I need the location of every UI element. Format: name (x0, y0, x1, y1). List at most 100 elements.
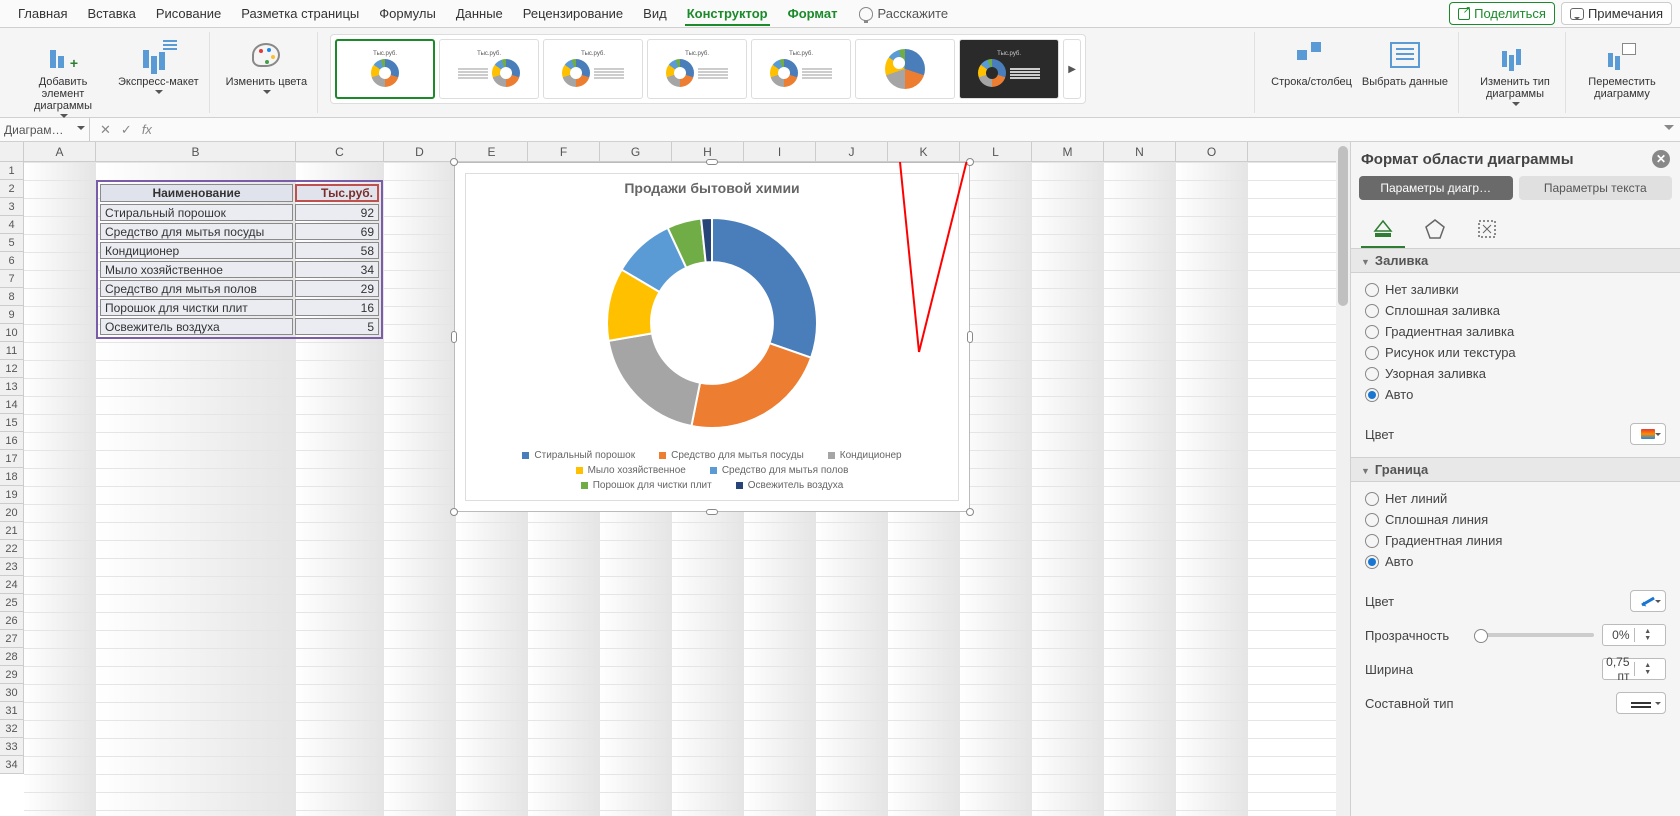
table-cell[interactable]: Средство для мытья полов (100, 280, 293, 297)
row-header[interactable]: 6 (0, 252, 23, 270)
column-header[interactable]: D (384, 142, 456, 161)
formula-input[interactable] (162, 118, 1660, 141)
cancel-icon[interactable]: ✕ (100, 122, 111, 138)
row-header[interactable]: 24 (0, 576, 23, 594)
row-header[interactable]: 34 (0, 756, 23, 774)
row-header[interactable]: 26 (0, 612, 23, 630)
donut-chart[interactable] (597, 208, 827, 438)
legend-item[interactable]: Освежитель воздуха (736, 480, 844, 491)
chart-style-3[interactable]: Тыс.руб. (543, 39, 643, 99)
border-radio-option[interactable]: Сплошная линия (1365, 509, 1666, 530)
resize-handle[interactable] (706, 159, 718, 165)
fill-radio-option[interactable]: Нет заливки (1365, 279, 1666, 300)
name-box[interactable]: Диаграм… (0, 118, 90, 141)
border-radio-option[interactable]: Авто (1365, 551, 1666, 572)
column-header[interactable]: M (1032, 142, 1104, 161)
row-header[interactable]: 2 (0, 180, 23, 198)
chart-title[interactable]: Продажи бытовой химии (466, 174, 958, 202)
chart-object[interactable]: Продажи бытовой химии Стиральный порошок… (454, 162, 970, 512)
row-header[interactable]: 25 (0, 594, 23, 612)
worksheet-area[interactable]: ABCDEFGHIJKLMNO 123456789101112131415161… (0, 142, 1350, 816)
row-header[interactable]: 13 (0, 378, 23, 396)
fill-radio-option[interactable]: Рисунок или текстура (1365, 342, 1666, 363)
table-cell[interactable]: 34 (295, 261, 379, 278)
legend-item[interactable]: Стиральный порошок (522, 450, 635, 461)
row-header[interactable]: 17 (0, 450, 23, 468)
row-header[interactable]: 12 (0, 360, 23, 378)
row-header[interactable]: 19 (0, 486, 23, 504)
donut-slice[interactable] (712, 218, 817, 358)
table-cell[interactable]: Средство для мытья посуды (100, 223, 293, 240)
row-header[interactable]: 8 (0, 288, 23, 306)
row-header[interactable]: 1 (0, 162, 23, 180)
pane-tab-text-params[interactable]: Параметры текста (1519, 176, 1673, 200)
border-radio-option[interactable]: Градиентная линия (1365, 530, 1666, 551)
table-cell[interactable]: Освежитель воздуха (100, 318, 293, 335)
width-input[interactable]: 0,75 пт▲▼ (1602, 658, 1666, 680)
table-cell[interactable]: Порошок для чистки плит (100, 299, 293, 316)
column-header[interactable]: O (1176, 142, 1248, 161)
select-all-corner[interactable] (0, 142, 24, 161)
resize-handle[interactable] (966, 158, 974, 166)
donut-slice[interactable] (691, 343, 811, 428)
border-color-button[interactable] (1630, 590, 1666, 612)
row-header[interactable]: 16 (0, 432, 23, 450)
data-table[interactable]: Наименование Тыс.руб. Стиральный порошок… (96, 180, 383, 339)
legend-item[interactable]: Порошок для чистки плит (581, 480, 712, 491)
row-header[interactable]: 27 (0, 630, 23, 648)
table-cell[interactable]: 92 (295, 204, 379, 221)
tab-data[interactable]: Данные (446, 2, 513, 25)
legend-item[interactable]: Мыло хозяйственное (576, 465, 686, 476)
row-header[interactable]: 7 (0, 270, 23, 288)
column-header[interactable]: E (456, 142, 528, 161)
tab-view[interactable]: Вид (633, 2, 677, 25)
resize-handle[interactable] (966, 508, 974, 516)
table-cell[interactable]: 58 (295, 242, 379, 259)
tab-format[interactable]: Формат (778, 2, 848, 25)
gallery-next-button[interactable]: ▶ (1063, 39, 1081, 99)
row-header[interactable]: 3 (0, 198, 23, 216)
row-header[interactable]: 11 (0, 342, 23, 360)
row-header[interactable]: 15 (0, 414, 23, 432)
chart-style-5[interactable]: Тыс.руб. (751, 39, 851, 99)
share-button[interactable]: Поделиться (1449, 2, 1555, 25)
pane-effects-icon[interactable] (1413, 212, 1457, 248)
row-header[interactable]: 28 (0, 648, 23, 666)
switch-row-col-button[interactable]: Строка/столбец (1267, 34, 1356, 90)
row-header[interactable]: 22 (0, 540, 23, 558)
column-header[interactable]: N (1104, 142, 1176, 161)
move-chart-button[interactable]: Переместить диаграмму (1578, 34, 1666, 102)
tab-insert[interactable]: Вставка (77, 2, 145, 25)
resize-handle[interactable] (967, 331, 973, 343)
resize-handle[interactable] (451, 331, 457, 343)
row-header[interactable]: 4 (0, 216, 23, 234)
fill-radio-option[interactable]: Сплошная заливка (1365, 300, 1666, 321)
row-header[interactable]: 30 (0, 684, 23, 702)
row-header[interactable]: 21 (0, 522, 23, 540)
table-cell[interactable]: Мыло хозяйственное (100, 261, 293, 278)
resize-handle[interactable] (706, 509, 718, 515)
row-header[interactable]: 14 (0, 396, 23, 414)
pane-tab-chart-params[interactable]: Параметры диагр… (1359, 176, 1513, 200)
legend-item[interactable]: Средство для мытья посуды (659, 450, 804, 461)
table-cell[interactable]: 69 (295, 223, 379, 240)
column-header[interactable]: A (24, 142, 96, 161)
column-header[interactable]: C (296, 142, 384, 161)
row-header[interactable]: 29 (0, 666, 23, 684)
opacity-slider[interactable] (1474, 633, 1594, 637)
column-header[interactable]: F (528, 142, 600, 161)
add-chart-element-button[interactable]: + Добавить элемент диаграммы (14, 34, 112, 124)
quick-layout-button[interactable]: Экспресс-макет (114, 34, 203, 100)
chart-style-2[interactable]: Тыс.руб. (439, 39, 539, 99)
row-header[interactable]: 31 (0, 702, 23, 720)
chart-style-7[interactable]: Тыс.руб. (959, 39, 1059, 99)
tab-review[interactable]: Рецензирование (513, 2, 633, 25)
chart-style-6[interactable] (855, 39, 955, 99)
legend-item[interactable]: Кондиционер (828, 450, 902, 461)
tab-formulas[interactable]: Формулы (369, 2, 446, 25)
row-header[interactable]: 33 (0, 738, 23, 756)
table-cell[interactable]: Кондиционер (100, 242, 293, 259)
column-header[interactable]: J (816, 142, 888, 161)
tab-home[interactable]: Главная (8, 2, 77, 25)
opacity-input[interactable]: 0%▲▼ (1602, 624, 1666, 646)
